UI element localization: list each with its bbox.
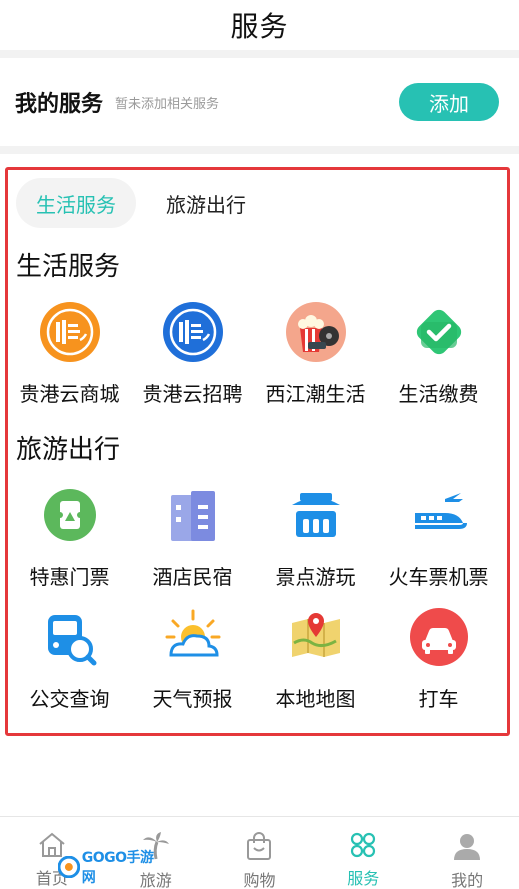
nav-mine[interactable]: 我的 xyxy=(415,817,519,889)
section-title-life-services: 生活服务 xyxy=(16,252,121,282)
service-label: 特惠门票 xyxy=(29,565,110,589)
nav-shopping[interactable]: 购物 xyxy=(208,817,312,889)
my-services-bar: 我的服务 暂未添加相关服务 添加 xyxy=(0,58,519,146)
service-item-hotels[interactable]: 酒店民宿 xyxy=(131,485,254,590)
service-label: 公交查询 xyxy=(29,687,110,711)
service-item-train-flight[interactable]: 火车票机票 xyxy=(377,485,500,590)
service-label: 天气预报 xyxy=(152,687,233,711)
taxi-car-icon xyxy=(409,607,469,667)
service-item-guigang-recruit[interactable]: 贵港云招聘 xyxy=(131,302,254,407)
service-item-bus-query[interactable]: 公交查询 xyxy=(8,607,131,712)
bus-search-icon xyxy=(40,607,100,667)
nav-label: 我的 xyxy=(451,871,484,889)
divider xyxy=(0,50,519,58)
nav-label: 购物 xyxy=(243,871,276,889)
section-title-travel: 旅游出行 xyxy=(16,435,121,465)
service-item-local-map[interactable]: 本地地图 xyxy=(254,607,377,712)
service-label: 景点游玩 xyxy=(275,565,356,589)
nav-services[interactable]: 服务 xyxy=(311,817,415,889)
sun-cloud-icon xyxy=(163,607,223,667)
service-panel: 生活服务 旅游出行 生活服务 贵港云商城 贵港云招聘 西江潮生活 生活缴费 旅游… xyxy=(5,167,510,736)
popcorn-film-icon xyxy=(285,302,346,362)
service-item-taxi[interactable]: 打车 xyxy=(377,607,500,712)
watermark-icon xyxy=(58,856,80,878)
train-plane-icon xyxy=(409,485,469,545)
service-item-xijiang-life[interactable]: 西江潮生活 xyxy=(254,302,377,407)
shopping-bag-icon xyxy=(242,831,276,861)
checkmark-shield-icon xyxy=(409,302,469,362)
guigang-cloud-mall-icon xyxy=(39,302,100,362)
nav-label: 服务 xyxy=(347,869,380,888)
travel-row-1: 特惠门票 酒店民宿 景点游玩 火车票机票 xyxy=(8,485,507,590)
hotel-building-icon xyxy=(163,485,223,545)
tab-life-services[interactable]: 生活服务 xyxy=(16,178,136,228)
service-label: 火车票机票 xyxy=(388,565,489,589)
ticket-icon xyxy=(40,485,100,545)
watermark-logo: GOGO手游网 xyxy=(58,850,166,886)
scenic-pavilion-icon xyxy=(286,485,346,545)
travel-row-2: 公交查询 天气预报 本地地图 打车 xyxy=(8,607,507,712)
watermark-text: GOGO手游网 xyxy=(81,850,154,886)
service-label: 生活缴费 xyxy=(398,382,479,406)
page-title: 服务 xyxy=(230,10,289,43)
map-pin-icon xyxy=(286,607,346,667)
service-label: 打车 xyxy=(418,687,459,711)
service-clover-icon xyxy=(346,831,380,859)
service-item-weather[interactable]: 天气预报 xyxy=(131,607,254,712)
service-item-guigang-mall[interactable]: 贵港云商城 xyxy=(8,302,131,407)
service-label: 西江潮生活 xyxy=(265,382,366,406)
service-label: 本地地图 xyxy=(275,687,356,711)
divider xyxy=(0,146,519,154)
add-service-button[interactable]: 添加 xyxy=(399,83,499,121)
service-label: 贵港云招聘 xyxy=(142,382,243,406)
user-icon xyxy=(450,831,484,861)
service-label: 贵港云商城 xyxy=(19,382,120,406)
my-services-heading: 我的服务 xyxy=(15,92,104,117)
guigang-cloud-recruit-icon xyxy=(162,302,223,362)
my-services-hint: 暂未添加相关服务 xyxy=(115,96,220,112)
service-item-discount-tickets[interactable]: 特惠门票 xyxy=(8,485,131,590)
top-bar: 服务 xyxy=(0,0,519,50)
service-item-life-payment[interactable]: 生活缴费 xyxy=(377,302,500,407)
tab-travel[interactable]: 旅游出行 xyxy=(146,178,266,228)
service-label: 酒店民宿 xyxy=(152,565,233,589)
service-item-scenic-spots[interactable]: 景点游玩 xyxy=(254,485,377,590)
life-services-row: 贵港云商城 贵港云招聘 西江潮生活 生活缴费 xyxy=(8,302,507,407)
category-tabs: 生活服务 旅游出行 xyxy=(16,178,266,228)
